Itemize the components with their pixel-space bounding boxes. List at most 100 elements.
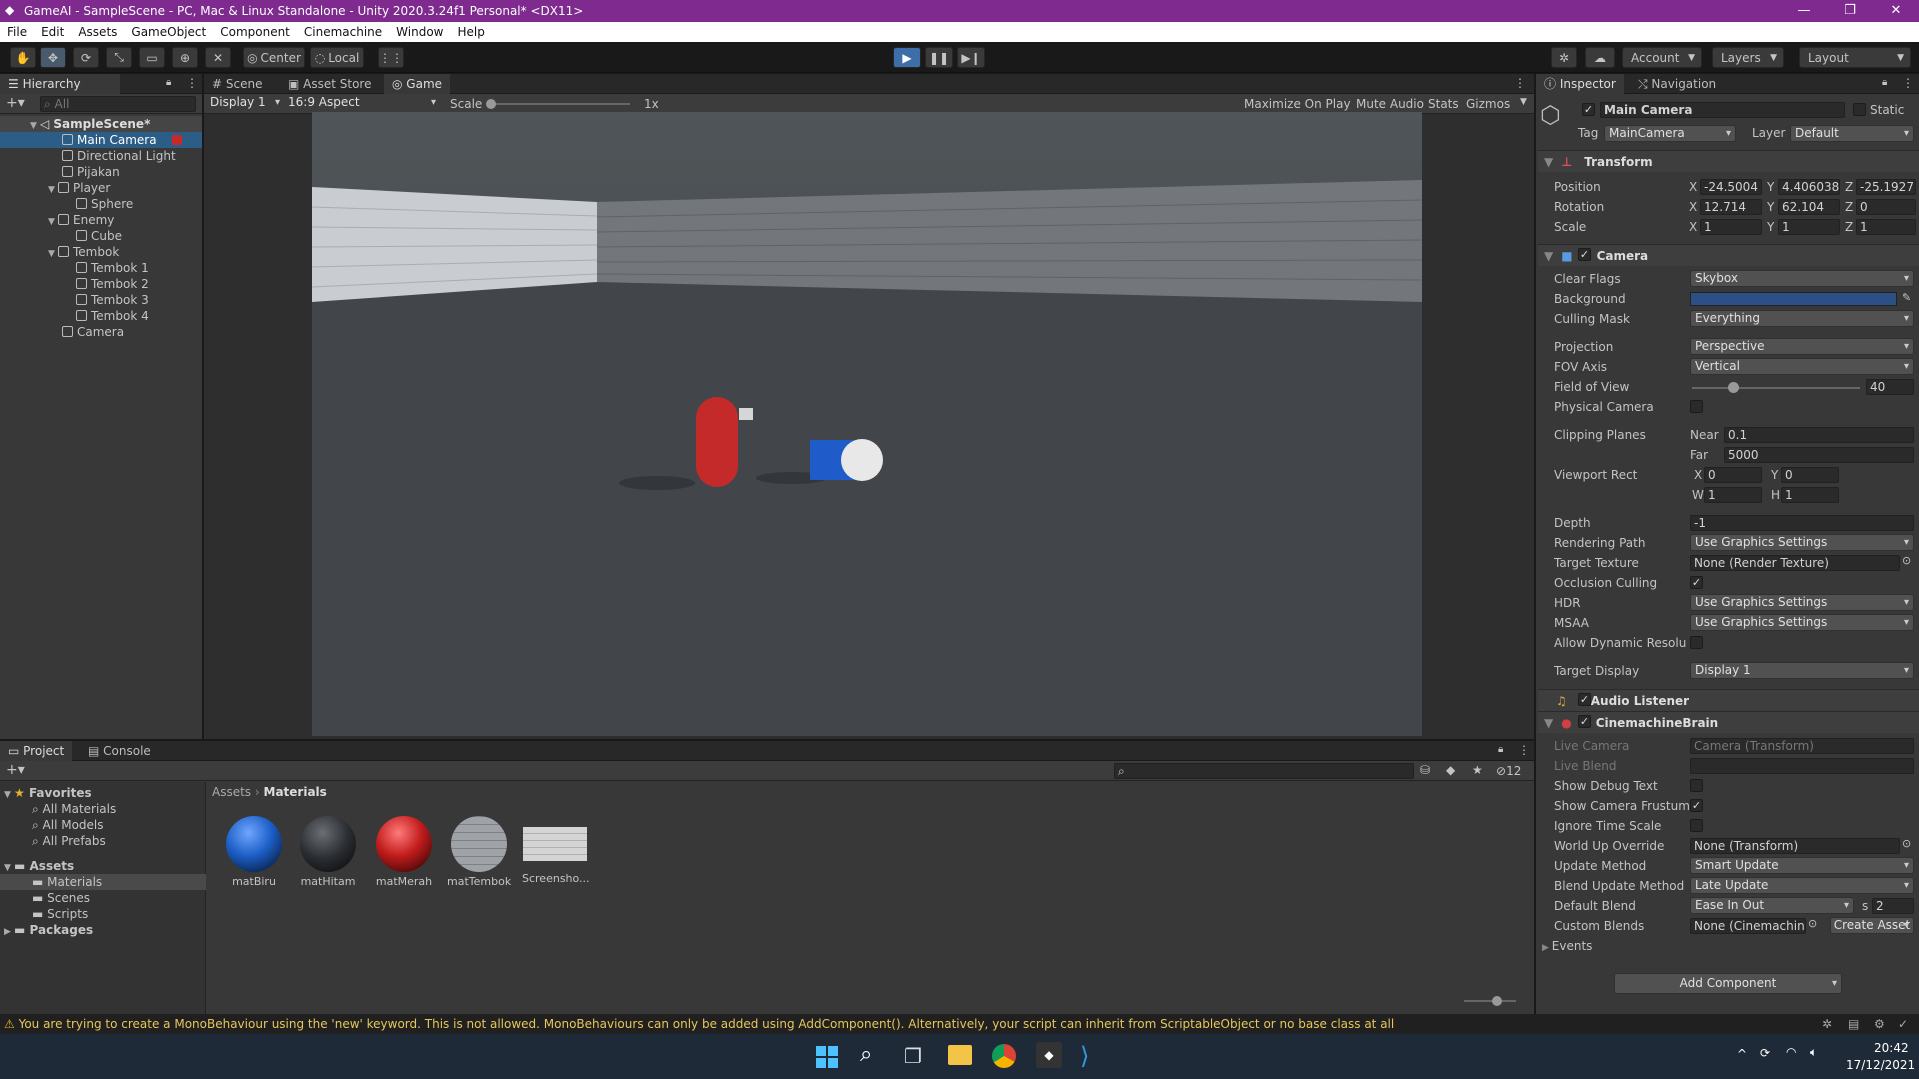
hierarchy-search-input[interactable]: ⌕ All (40, 96, 196, 112)
camera-header[interactable]: ▼ ■ Camera (1538, 244, 1919, 266)
list-item[interactable]: Sphere (0, 196, 133, 212)
breadcrumb-materials[interactable]: Materials (264, 785, 327, 799)
msaa-dropdown[interactable]: Use Graphics Settings (1690, 614, 1914, 631)
asset-tile[interactable]: matTembok (447, 813, 511, 888)
clock-date[interactable]: 17/12/2021 (1846, 1058, 1915, 1072)
audio-listener-header[interactable]: ♫ Audio Listener (1538, 689, 1919, 711)
list-item[interactable]: ⌕ All Prefabs (32, 833, 106, 849)
play-button[interactable]: ▶ (893, 47, 921, 68)
depth-input[interactable]: -1 (1690, 515, 1914, 531)
layout-dropdown[interactable]: Layout ▼ (1799, 47, 1911, 68)
culling-mask-dropdown[interactable]: Everything (1690, 310, 1914, 327)
list-item[interactable]: ⌕ All Materials (32, 801, 116, 817)
tab-navigation[interactable]: ⤭ Navigation (1630, 74, 1724, 94)
hdr-dropdown[interactable]: Use Graphics Settings (1690, 594, 1914, 611)
transform-header[interactable]: ▼ ⊥ Transform (1538, 150, 1919, 172)
filter-label-icon[interactable]: ◆ (1446, 763, 1455, 777)
list-item[interactable]: ▼ Player (0, 180, 110, 196)
game-viewport[interactable] (311, 112, 1423, 736)
custom-blends-field[interactable]: None (Cinemachine I (1690, 918, 1806, 934)
far-input[interactable]: 5000 (1724, 447, 1914, 463)
add-button[interactable]: +▾ (6, 762, 25, 778)
pivot-local-button[interactable]: ◌ Local (310, 47, 364, 68)
account-dropdown[interactable]: Account ▼ (1622, 47, 1702, 68)
object-name-input[interactable]: Main Camera (1600, 102, 1845, 118)
maximize-on-play-toggle[interactable]: Maximize On Play (1244, 97, 1351, 111)
menu-cinemachine[interactable]: Cinemachine (297, 25, 389, 39)
rendering-path-dropdown[interactable]: Use Graphics Settings (1690, 534, 1914, 551)
rotation-y-input[interactable]: 62.104 (1778, 199, 1840, 215)
active-checkbox[interactable]: ✓ (1582, 103, 1595, 116)
stats-toggle[interactable]: Stats (1428, 97, 1459, 111)
rotation-z-input[interactable]: 0 (1856, 199, 1916, 215)
object-picker-icon[interactable]: ⊙ (1808, 917, 1817, 930)
ignore-time-scale-checkbox[interactable] (1690, 819, 1703, 832)
cloud-icon[interactable]: ☁ (1585, 47, 1615, 68)
asset-tile[interactable]: matBiru (222, 813, 286, 888)
icon-size-knob[interactable] (1492, 996, 1502, 1006)
projection-dropdown[interactable]: Perspective (1690, 338, 1914, 355)
list-item[interactable]: Directional Light (0, 148, 176, 164)
default-blend-time-input[interactable]: 2 (1872, 898, 1914, 914)
scale-y-input[interactable]: 1 (1778, 219, 1840, 235)
physical-camera-checkbox[interactable] (1690, 400, 1703, 413)
menu-help[interactable]: Help (451, 25, 492, 39)
list-item[interactable]: Tembok 3 (0, 292, 149, 308)
eyedropper-icon[interactable]: ✎ (1902, 291, 1911, 304)
static-checkbox[interactable] (1853, 103, 1866, 116)
rect-tool-button[interactable]: ▭ (139, 47, 165, 68)
close-button[interactable]: ✕ (1873, 0, 1919, 22)
layer-dropdown[interactable]: Default (1790, 125, 1914, 142)
aspect-dropdown[interactable]: 16:9 Aspect (284, 95, 440, 112)
static-label[interactable]: Static (1870, 103, 1904, 117)
list-item[interactable]: Cube (0, 228, 122, 244)
pause-button[interactable]: ❚❚ (925, 47, 953, 68)
scale-slider[interactable] (486, 99, 630, 109)
asset-tile[interactable]: matMerah (372, 813, 436, 888)
dynamic-resolution-checkbox[interactable] (1690, 636, 1703, 649)
chrome-icon[interactable] (992, 1044, 1016, 1068)
tab-scene[interactable]: # Scene (204, 74, 270, 94)
wifi-icon[interactable]: ◠ (1786, 1045, 1796, 1059)
clock-time[interactable]: 20:42 (1874, 1041, 1909, 1055)
tab-asset-store[interactable]: ▣ Asset Store (280, 74, 380, 94)
list-item[interactable]: Tembok 4 (0, 308, 149, 324)
target-texture-field[interactable]: None (Render Texture) (1690, 555, 1900, 571)
move-tool-button[interactable]: ✥ (40, 47, 66, 68)
rotate-tool-button[interactable]: ⟳ (73, 47, 99, 68)
object-picker-icon[interactable]: ⊙ (1902, 837, 1911, 850)
custom-tool-button[interactable]: ✕ (205, 47, 231, 68)
viewport-h-input[interactable]: 1 (1781, 487, 1839, 503)
blend-update-method-dropdown[interactable]: Late Update (1690, 877, 1914, 894)
fov-input[interactable]: 40 (1866, 379, 1914, 395)
tag-dropdown[interactable]: MainCamera (1604, 125, 1736, 142)
kebab-menu-icon[interactable]: ⋮ (1902, 76, 1914, 90)
cinemachine-brain-header[interactable]: ▼ ● CinemachineBrain (1538, 711, 1919, 733)
target-display-dropdown[interactable]: Display 1 (1690, 662, 1914, 679)
pivot-center-button[interactable]: ◎ Center (243, 47, 305, 68)
list-item[interactable]: Tembok 1 (0, 260, 149, 276)
occlusion-culling-checkbox[interactable]: ✓ (1690, 576, 1703, 589)
task-view-icon[interactable]: ❐ (904, 1044, 922, 1068)
fov-slider[interactable] (1692, 382, 1860, 393)
scale-tool-button[interactable]: ⤡ (106, 47, 132, 68)
tab-hierarchy[interactable]: ☰ Hierarchy (0, 74, 120, 94)
vscode-icon[interactable]: ⟩ (1080, 1042, 1089, 1070)
position-x-input[interactable]: -24.5004 (1700, 179, 1762, 195)
list-item[interactable]: Main Camera (0, 132, 202, 148)
list-item[interactable]: ▼ Tembok (0, 244, 119, 260)
clear-flags-dropdown[interactable]: Skybox (1690, 270, 1914, 287)
world-up-override-field[interactable]: None (Transform) (1690, 838, 1900, 854)
menu-gameobject[interactable]: GameObject (124, 25, 213, 39)
layers-dropdown[interactable]: Layers ▼ (1712, 47, 1784, 68)
list-item[interactable]: ▼ Enemy (0, 212, 114, 228)
filter-type-icon[interactable]: ⛁ (1420, 763, 1430, 777)
maximize-button[interactable]: ❐ (1827, 0, 1873, 22)
grid-snap-button[interactable]: ⋮⋮ (378, 47, 404, 68)
list-item[interactable]: ⌕ All Models (32, 817, 104, 833)
windows-start-icon[interactable] (816, 1046, 838, 1068)
position-z-input[interactable]: -25.19271 (1856, 179, 1916, 195)
add-button[interactable]: +▾ (6, 95, 25, 111)
mute-audio-toggle[interactable]: Mute Audio (1356, 97, 1424, 111)
lock-icon[interactable]: 🔒︎ (166, 77, 171, 88)
